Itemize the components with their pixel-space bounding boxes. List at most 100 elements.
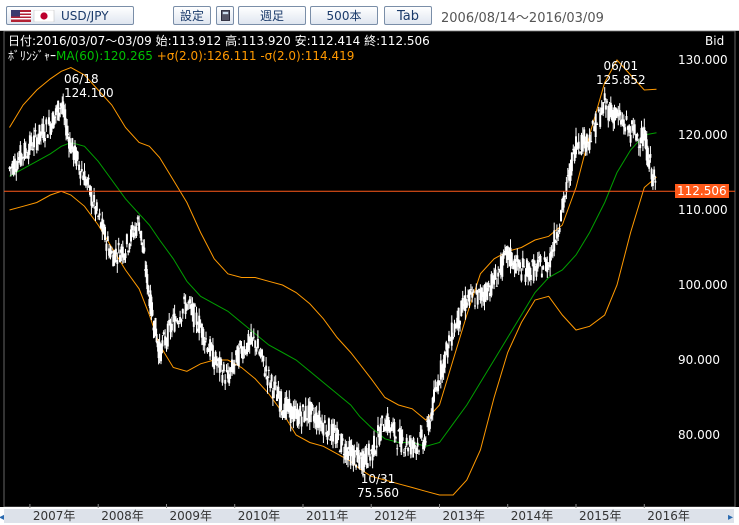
tab-button[interactable]: Tab bbox=[384, 6, 432, 25]
candle-body bbox=[140, 230, 143, 241]
candle-body bbox=[374, 450, 377, 455]
candle-body bbox=[407, 448, 410, 452]
candle-body bbox=[520, 274, 523, 281]
settings-button[interactable]: 設定 bbox=[173, 6, 211, 25]
candle-body bbox=[323, 420, 326, 423]
annotation-date: 06/01 bbox=[603, 59, 639, 73]
candle-body bbox=[15, 169, 18, 172]
annotation-value: 75.560 bbox=[357, 486, 399, 500]
candle-body bbox=[597, 109, 600, 112]
candle-body bbox=[138, 222, 141, 231]
candle-body bbox=[277, 386, 280, 398]
candle-body bbox=[176, 320, 179, 323]
candle-body bbox=[130, 229, 132, 242]
candle-body bbox=[128, 243, 131, 249]
candle-body bbox=[468, 290, 471, 302]
candle-body bbox=[618, 110, 621, 116]
candle-body bbox=[570, 152, 573, 172]
candle-body bbox=[452, 336, 455, 339]
candle-body bbox=[228, 374, 231, 384]
candle-body bbox=[560, 210, 562, 221]
y-tick-label: 100.000 bbox=[678, 278, 728, 292]
candle-body bbox=[237, 347, 240, 367]
candle-body bbox=[628, 125, 631, 133]
candle-body bbox=[602, 102, 605, 114]
candle-body bbox=[300, 416, 303, 427]
info-close: 終:112.506 bbox=[364, 34, 430, 48]
candle-body bbox=[241, 353, 244, 359]
candle-body bbox=[181, 309, 184, 314]
candle-body bbox=[143, 247, 146, 252]
candle-body bbox=[437, 380, 440, 392]
calculator-button[interactable] bbox=[216, 6, 234, 25]
bollinger-label: ﾎﾞﾘﾝｼﾞｬｰ bbox=[8, 49, 57, 63]
candle-body bbox=[306, 418, 309, 421]
candle-body bbox=[461, 298, 464, 310]
candle-body bbox=[536, 259, 539, 269]
candle-body bbox=[474, 305, 476, 307]
candle-body bbox=[87, 177, 90, 180]
candle-body bbox=[562, 196, 565, 208]
candle-body bbox=[194, 305, 197, 307]
info-high: 高:113.920 bbox=[225, 34, 291, 48]
candle-body bbox=[332, 423, 334, 442]
info-low: 安:112.414 bbox=[294, 34, 361, 48]
candle-body bbox=[420, 429, 423, 438]
candle-body bbox=[106, 236, 109, 241]
x-tick-label: 2009年 bbox=[170, 509, 213, 523]
candle-body bbox=[636, 134, 639, 137]
candle-body bbox=[195, 312, 198, 325]
candle-body bbox=[136, 217, 139, 220]
candle-body bbox=[365, 448, 368, 466]
candle-body bbox=[558, 228, 561, 233]
candle-body bbox=[302, 404, 304, 408]
candle-body bbox=[90, 191, 93, 206]
candle-body bbox=[501, 256, 504, 277]
annotation-date: 06/18 bbox=[64, 72, 99, 86]
period-selector[interactable]: 週足 bbox=[238, 6, 306, 25]
candle-body bbox=[532, 259, 535, 281]
candle-body bbox=[624, 127, 627, 132]
candle-body bbox=[550, 251, 553, 257]
info-date: 日付:2016/03/07～03/09 bbox=[8, 34, 152, 48]
candle-body bbox=[639, 144, 642, 149]
currency-pair-label: USD/JPY bbox=[61, 9, 109, 23]
candle-body bbox=[262, 355, 265, 362]
candle-body bbox=[413, 445, 416, 448]
candle-body bbox=[274, 382, 277, 384]
info-open: 始:113.912 bbox=[155, 34, 222, 48]
candle-body bbox=[110, 251, 113, 253]
y-tick-label: 110.000 bbox=[678, 203, 728, 217]
candle-body bbox=[486, 287, 489, 300]
candle-body bbox=[48, 117, 50, 125]
candle-body bbox=[542, 266, 545, 270]
candle-body bbox=[222, 364, 225, 372]
candle-body bbox=[173, 313, 176, 332]
candle-body bbox=[271, 390, 274, 399]
candle-body bbox=[24, 148, 27, 154]
candle-body bbox=[340, 434, 343, 453]
candle-body bbox=[116, 260, 119, 264]
candle-body bbox=[459, 320, 461, 325]
candle-body bbox=[42, 124, 45, 141]
candle-body bbox=[471, 292, 474, 298]
bar-count-selector[interactable]: 500本 bbox=[310, 6, 378, 25]
lower-band-value: -σ(2.0):114.419 bbox=[260, 49, 355, 63]
candle-body bbox=[270, 374, 273, 382]
currency-pair-selector[interactable]: USD/JPY bbox=[6, 6, 134, 25]
candle-body bbox=[170, 324, 173, 331]
candle-body bbox=[304, 405, 307, 420]
bid-label: Bid bbox=[705, 34, 725, 48]
candle-body bbox=[495, 285, 498, 287]
candle-body bbox=[261, 349, 263, 357]
candle-body bbox=[151, 309, 154, 316]
candle-body bbox=[514, 263, 517, 274]
candle-body bbox=[396, 448, 399, 450]
candle-body bbox=[401, 437, 404, 441]
candle-body bbox=[565, 182, 568, 193]
candle-body bbox=[34, 130, 37, 132]
candle-body bbox=[629, 134, 632, 143]
candle-body bbox=[266, 376, 269, 386]
chart-area[interactable]: ◂ ▸ 130.000 120.000 110.000 100.000 90.000 80… bbox=[0, 31, 739, 525]
candle-body bbox=[166, 323, 169, 347]
